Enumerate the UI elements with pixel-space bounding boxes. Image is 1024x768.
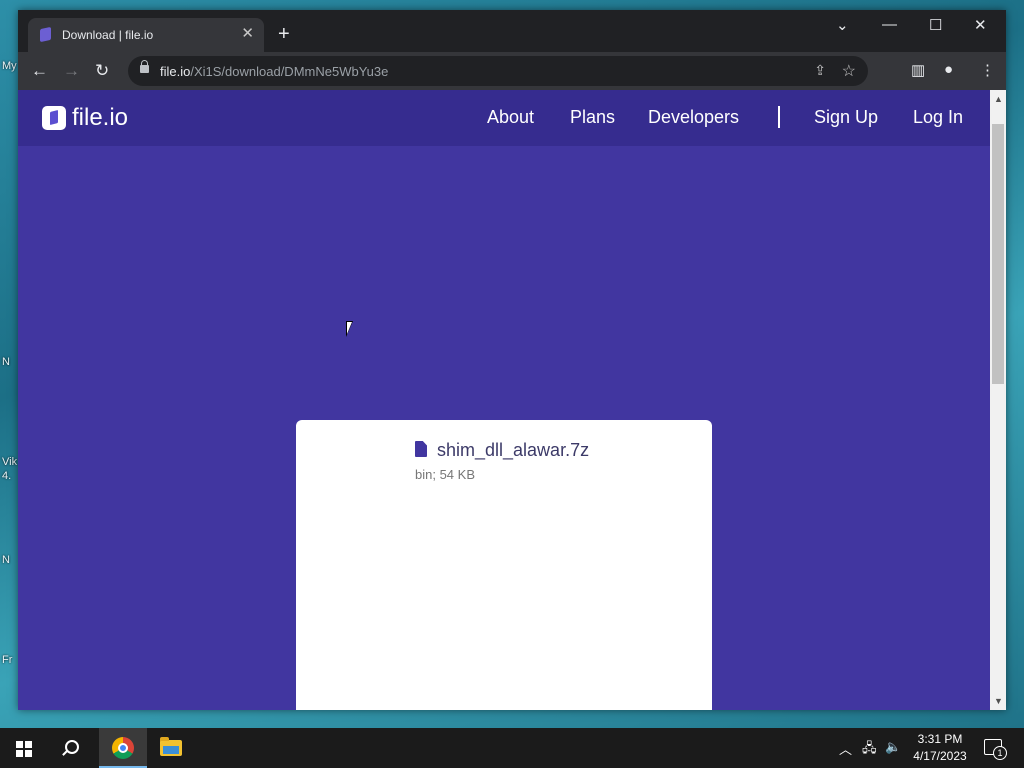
close-window-button[interactable]: ✕	[974, 16, 987, 34]
desktop-label[interactable]: N	[2, 554, 10, 566]
reload-button[interactable]: ↻	[95, 62, 109, 79]
chrome-icon	[112, 737, 134, 759]
logo-text: file.io	[72, 104, 129, 131]
nav-sign-up[interactable]: Sign Up	[814, 107, 878, 128]
taskbar: ︿ 🖧 🔈 3:31 PM 4/17/2023 1	[0, 728, 1024, 768]
file-meta: bin; 54 KB	[415, 467, 475, 482]
taskbar-chrome[interactable]	[99, 728, 147, 768]
browser-window: Download | file.io ✕ + ⌄ — ☐ ✕ ← → ↻ fil…	[18, 10, 1006, 710]
taskbar-clock[interactable]: 3:31 PM 4/17/2023	[908, 731, 972, 765]
desktop-label[interactable]: Vik	[2, 456, 17, 468]
network-icon[interactable]: 🖧	[862, 739, 877, 761]
clock-time: 3:31 PM	[917, 732, 963, 746]
notification-count: 1	[993, 746, 1007, 760]
file-explorer-icon	[160, 737, 182, 756]
menu-kebab-icon[interactable]: ⋮	[980, 61, 995, 79]
site-header: file.io About Plans Developers Sign Up L…	[18, 90, 990, 146]
mouse-cursor-icon	[346, 321, 358, 337]
forward-button[interactable]: →	[63, 62, 80, 79]
show-hidden-icons-chevron-icon[interactable]: ︿	[839, 739, 852, 758]
taskbar-file-explorer[interactable]	[148, 728, 196, 768]
windows-logo-icon	[16, 741, 32, 757]
page-viewport: file.io About Plans Developers Sign Up L…	[18, 90, 990, 710]
nav-divider	[778, 106, 780, 128]
desktop-label[interactable]: My	[2, 60, 17, 72]
clock-date: 4/17/2023	[913, 749, 967, 763]
minimize-button[interactable]: —	[882, 16, 897, 33]
volume-icon[interactable]: 🔈	[885, 739, 901, 755]
file-name: shim_dll_alawar.7z	[437, 440, 590, 460]
desktop-label[interactable]: 4.	[2, 470, 11, 482]
start-button[interactable]	[0, 728, 48, 768]
tab-bar: Download | file.io ✕ + ⌄ — ☐ ✕	[18, 10, 1006, 52]
fileio-favicon-icon	[40, 26, 51, 43]
maximize-button[interactable]: ☐	[929, 16, 942, 34]
desktop-label[interactable]: N	[2, 356, 10, 368]
url-path: /Xi1S/download/DMmNe5WbYu3e	[190, 64, 389, 79]
scroll-down-arrow-icon[interactable]: ▼	[994, 696, 1003, 706]
lock-icon[interactable]	[140, 60, 149, 73]
search-button[interactable]	[48, 728, 96, 768]
back-button[interactable]: ←	[31, 62, 48, 79]
scroll-up-arrow-icon[interactable]: ▲	[994, 94, 1003, 104]
file-icon	[415, 441, 427, 457]
search-icon	[65, 740, 79, 754]
desktop-label[interactable]: Fr	[2, 654, 12, 666]
profile-icon[interactable]: ●	[944, 61, 953, 78]
nav-plans[interactable]: Plans	[570, 107, 615, 128]
url-text[interactable]: file.io/Xi1S/download/DMmNe5WbYu3e	[160, 64, 388, 79]
nav-log-in[interactable]: Log In	[913, 107, 963, 128]
tab-title: Download | file.io	[62, 28, 154, 42]
tab-close-icon[interactable]: ✕	[241, 26, 254, 42]
desktop-edge: My N Vik 4. N Fr	[0, 0, 18, 728]
nav-about[interactable]: About	[487, 107, 534, 128]
side-panel-icon[interactable]: ▥	[911, 61, 925, 79]
download-card: shim_dll_alawar.7z bin; 54 KB	[296, 420, 712, 710]
share-icon[interactable]: ⇪	[814, 62, 826, 79]
url-host: file.io	[160, 64, 191, 79]
page-scrollbar[interactable]: ▲ ▼	[990, 90, 1006, 710]
address-bar[interactable]: file.io/Xi1S/download/DMmNe5WbYu3e ⇪ ☆	[128, 56, 868, 86]
fileio-logo-icon	[42, 106, 66, 130]
bookmark-star-icon[interactable]: ☆	[842, 61, 856, 81]
new-tab-button[interactable]: +	[278, 24, 290, 44]
notification-center-icon[interactable]: 1	[984, 739, 1007, 760]
nav-developers[interactable]: Developers	[648, 107, 739, 128]
scrollbar-thumb[interactable]	[992, 124, 1004, 384]
tab-download[interactable]: Download | file.io ✕	[28, 18, 264, 52]
tab-search-icon[interactable]: ⌄	[836, 16, 849, 34]
browser-toolbar: ← → ↻ file.io/Xi1S/download/DMmNe5WbYu3e…	[18, 52, 1006, 90]
